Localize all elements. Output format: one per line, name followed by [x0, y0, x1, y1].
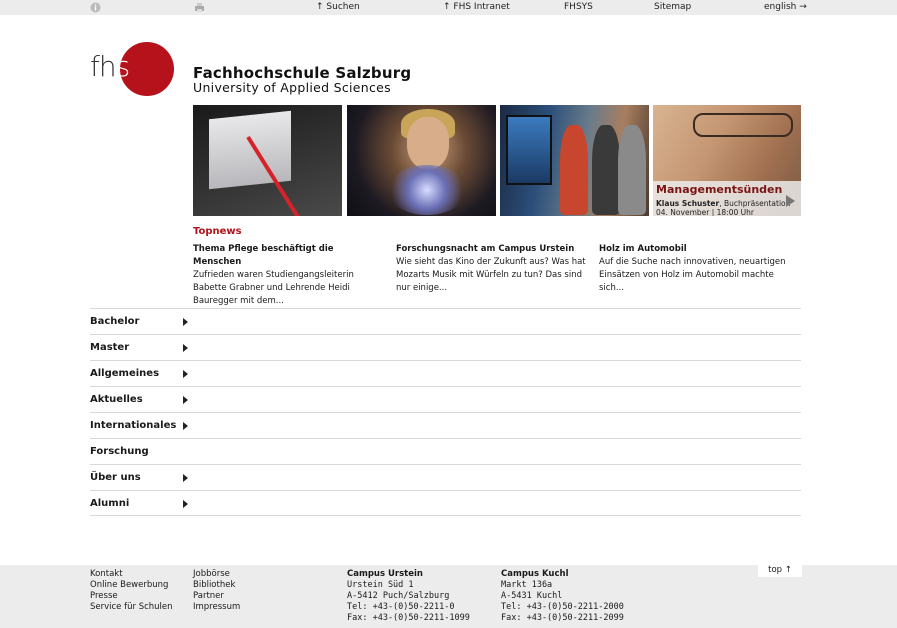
news-text: Auf die Suche nach innovativen, neuartig…: [599, 257, 786, 293]
news-title[interactable]: Holz im Automobil: [599, 243, 789, 256]
topnews-heading: Topnews: [193, 226, 242, 237]
banner-title: Managementsünden: [656, 183, 783, 196]
footer-link-bewerbung[interactable]: Online Bewerbung: [90, 580, 173, 591]
chevron-right-icon: [183, 422, 188, 430]
footer-link-bibliothek[interactable]: Bibliothek: [193, 580, 240, 591]
nav-item-master[interactable]: Master: [90, 334, 801, 360]
footer-links-1: Kontakt Online Bewerbung Presse Service …: [90, 569, 173, 613]
banner-date: 04. November | 18:00 Uhr: [656, 208, 754, 216]
news-text: Zufrieden waren Studiengangsleiterin Bab…: [193, 270, 354, 306]
nav-item-forschung[interactable]: Forschung: [90, 438, 801, 464]
site-subtitle: University of Applied Sciences: [193, 80, 391, 95]
banner-managementsuenden[interactable]: Managementsünden Klaus Schuster, Buchprä…: [653, 105, 801, 216]
intranet-link[interactable]: ↑ FHS Intranet: [443, 0, 510, 15]
play-arrow-icon[interactable]: [786, 195, 795, 207]
news-item[interactable]: Forschungsnacht am Campus Urstein Wie si…: [396, 243, 586, 295]
campus-urstein-address: Campus Urstein Urstein Süd 1 A-5412 Puch…: [347, 569, 470, 623]
chevron-right-icon: [183, 474, 188, 482]
photo-building[interactable]: [193, 105, 342, 216]
nav-item-ueber-uns[interactable]: Über uns: [90, 464, 801, 490]
top-bar: ↑ Suchen ↑ FHS Intranet FHSYS Sitemap en…: [0, 0, 897, 15]
photo-woman-sphere[interactable]: [347, 105, 496, 216]
main-navigation: Bachelor Master Allgemeines Aktuelles In…: [90, 308, 801, 516]
news-title[interactable]: Thema Pflege beschäftigt die Menschen: [193, 243, 383, 269]
sitemap-link[interactable]: Sitemap: [654, 0, 691, 15]
nav-item-alumni[interactable]: Alumni: [90, 490, 801, 516]
footer-link-kontakt[interactable]: Kontakt: [90, 569, 173, 580]
news-item[interactable]: Holz im Automobil Auf die Suche nach inn…: [599, 243, 789, 295]
news-title[interactable]: Forschungsnacht am Campus Urstein: [396, 243, 586, 256]
nav-item-aktuelles[interactable]: Aktuelles: [90, 386, 801, 412]
search-link[interactable]: ↑ Suchen: [316, 0, 360, 15]
chevron-right-icon: [183, 318, 188, 326]
photo-screens[interactable]: [500, 105, 649, 216]
footer-link-impressum[interactable]: Impressum: [193, 602, 240, 613]
chevron-right-icon: [183, 500, 188, 508]
footer-link-presse[interactable]: Presse: [90, 591, 173, 602]
nav-item-internationales[interactable]: Internationales: [90, 412, 801, 438]
fhsys-link[interactable]: FHSYS: [564, 0, 593, 15]
back-to-top-link[interactable]: top ↑: [758, 563, 802, 577]
campus-kuchl-address: Campus Kuchl Markt 136a A-5431 Kuchl Tel…: [501, 569, 624, 623]
chevron-right-icon: [183, 344, 188, 352]
chevron-right-icon: [183, 396, 188, 404]
footer-links-2: Jobbörse Bibliothek Partner Impressum: [193, 569, 240, 613]
fhs-logo[interactable]: fhs: [90, 42, 180, 96]
banner-author: Klaus Schuster, Buchpräsentation: [656, 199, 791, 208]
footer-link-jobboerse[interactable]: Jobbörse: [193, 569, 240, 580]
logo-text: fhs: [90, 50, 130, 83]
print-icon[interactable]: [194, 2, 205, 13]
chevron-right-icon: [183, 370, 188, 378]
footer-link-schulen[interactable]: Service für Schulen: [90, 602, 173, 613]
news-item[interactable]: Thema Pflege beschäftigt die Menschen Zu…: [193, 243, 383, 308]
nav-item-bachelor[interactable]: Bachelor: [90, 308, 801, 334]
english-link[interactable]: english →: [764, 0, 807, 15]
info-icon[interactable]: [90, 2, 101, 13]
news-text: Wie sieht das Kino der Zukunft aus? Was …: [396, 257, 586, 293]
nav-item-allgemeines[interactable]: Allgemeines: [90, 360, 801, 386]
footer-link-partner[interactable]: Partner: [193, 591, 240, 602]
